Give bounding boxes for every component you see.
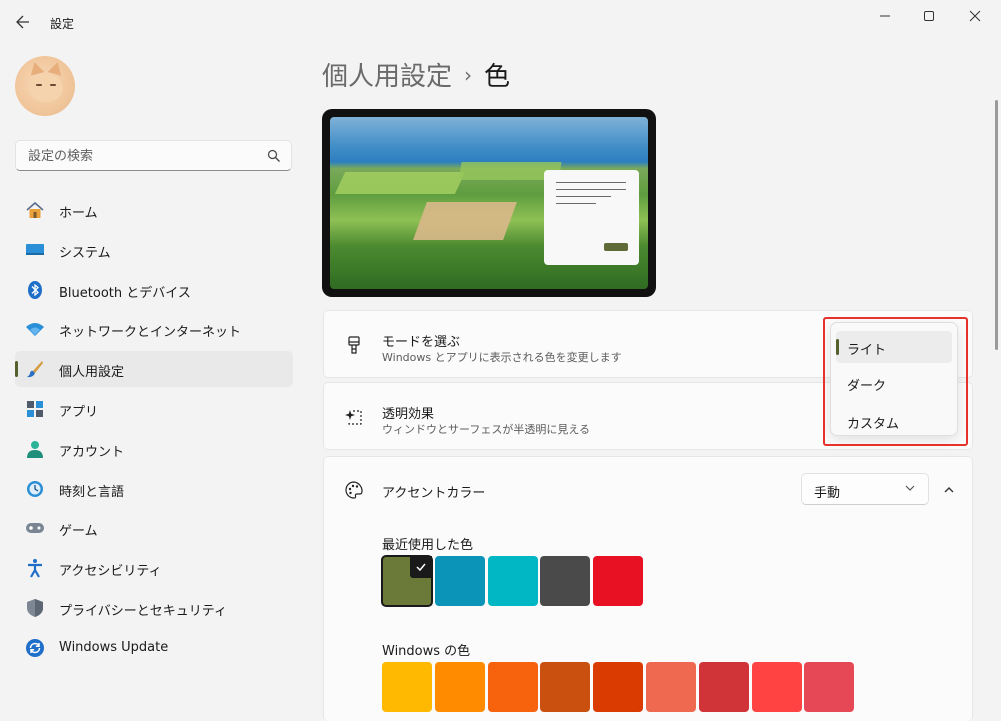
mode-subtitle: Windows とアプリに表示される色を変更します <box>382 351 622 364</box>
accent-mode-value: 手動 <box>814 486 841 501</box>
chevron-up-icon <box>944 487 954 493</box>
bluetooth-icon <box>28 280 42 299</box>
windows-color-swatch[interactable] <box>434 662 485 712</box>
minimize-icon[interactable] <box>862 4 908 28</box>
sidebar-item-accessibility[interactable]: アクセシビリティ <box>15 550 293 586</box>
recent-color-swatch[interactable] <box>434 556 485 606</box>
shield-icon <box>27 598 43 617</box>
recent-color-swatch[interactable] <box>540 556 591 606</box>
mode-option-dark[interactable]: ダーク <box>836 367 952 399</box>
page-title: 個人用設定 › 色 <box>322 56 510 93</box>
recent-colors-label: 最近使用した色 <box>382 538 474 553</box>
windows-color-swatch[interactable] <box>698 662 749 712</box>
scrollbar[interactable] <box>995 100 998 350</box>
accent-color-title: アクセントカラー <box>382 486 486 501</box>
window-title: 設定 <box>50 17 75 31</box>
sidebar-item-privacy[interactable]: プライバシーとセキュリティ <box>15 590 293 626</box>
transparency-subtitle: ウィンドウとサーフェスが半透明に見える <box>382 423 591 436</box>
sidebar-item-apps[interactable]: アプリ <box>15 391 293 427</box>
checkmark-icon <box>410 556 432 578</box>
home-icon <box>26 201 44 218</box>
sidebar-item-personalization[interactable]: 個人用設定 <box>15 351 293 388</box>
theme-preview <box>322 109 656 297</box>
windows-color-swatch[interactable] <box>751 662 802 712</box>
time-language-icon <box>27 480 43 497</box>
windows-color-swatch[interactable] <box>540 662 591 712</box>
recent-color-swatch[interactable] <box>593 556 644 606</box>
apps-icon <box>27 400 43 417</box>
search-box[interactable] <box>15 140 292 171</box>
accent-mode-dropdown[interactable]: 手動 <box>801 473 929 505</box>
maximize-icon[interactable] <box>906 4 952 28</box>
recent-color-swatch[interactable] <box>381 555 433 607</box>
search-input[interactable] <box>26 146 256 166</box>
sidebar-item-system[interactable]: システム <box>15 232 293 268</box>
breadcrumb-parent[interactable]: 個人用設定 <box>322 62 452 92</box>
wallpaper-preview-image <box>330 117 648 289</box>
sidebar-nav: ホーム システム Bluetooth とデバイス ネットワークとインターネット … <box>15 192 293 670</box>
wifi-icon <box>26 323 44 337</box>
sidebar-item-time-language[interactable]: 時刻と言語 <box>15 471 293 507</box>
sidebar-item-gaming[interactable]: ゲーム <box>15 510 293 546</box>
gamepad-icon <box>26 523 44 534</box>
sidebar-item-home[interactable]: ホーム <box>15 192 293 228</box>
brush-icon <box>27 361 43 378</box>
sidebar-item-windows-update[interactable]: Windows Update <box>15 630 293 666</box>
windows-color-swatch[interactable] <box>593 662 644 712</box>
selection-indicator <box>15 361 18 378</box>
sidebar-item-network[interactable]: ネットワークとインターネット <box>15 311 293 347</box>
mode-option-custom[interactable]: カスタム <box>836 405 952 437</box>
breadcrumb-current: 色 <box>484 62 511 92</box>
sample-window <box>544 170 639 265</box>
recent-color-swatch[interactable] <box>487 556 538 606</box>
palette-icon <box>345 481 363 499</box>
search-icon[interactable] <box>267 149 281 163</box>
back-arrow-icon[interactable] <box>12 11 34 33</box>
sparkle-icon <box>345 410 362 425</box>
avatar[interactable] <box>15 56 75 116</box>
sidebar-item-accounts[interactable]: アカウント <box>15 431 293 467</box>
system-icon <box>26 243 44 255</box>
windows-color-swatch[interactable] <box>804 662 855 712</box>
chevron-down-icon <box>905 485 915 491</box>
mode-option-light[interactable]: ライト <box>836 331 952 363</box>
close-icon[interactable] <box>952 4 998 28</box>
windows-colors-label: Windows の色 <box>382 644 471 659</box>
mode-dropdown-menu: ライト ダーク カスタム <box>830 322 958 436</box>
windows-color-swatch[interactable] <box>487 662 538 712</box>
mode-title: モードを選ぶ <box>382 335 461 350</box>
sidebar-item-bluetooth[interactable]: Bluetooth とデバイス <box>15 272 293 308</box>
collapse-button[interactable] <box>936 477 962 503</box>
title-bar: 設定 <box>0 0 1001 46</box>
breadcrumb-separator: › <box>464 63 473 87</box>
windows-color-swatch[interactable] <box>646 662 696 712</box>
update-icon <box>26 638 44 657</box>
paint-brush-icon <box>348 336 360 354</box>
windows-color-swatch[interactable] <box>382 662 432 712</box>
account-icon <box>27 440 43 458</box>
transparency-title: 透明効果 <box>382 407 435 422</box>
accessibility-icon <box>28 559 42 578</box>
